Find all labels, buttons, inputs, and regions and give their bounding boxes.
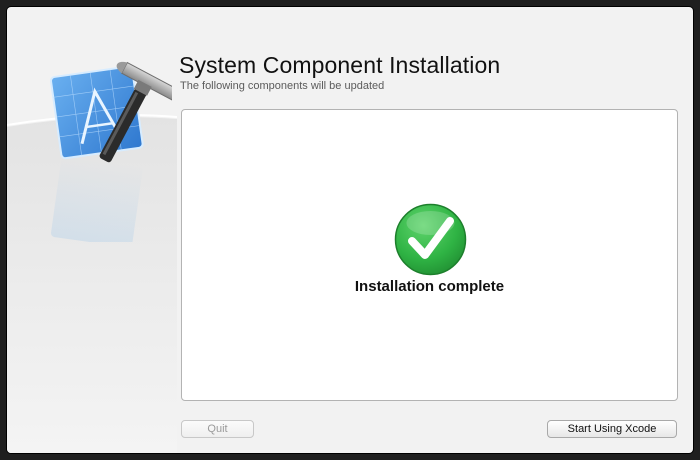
page-title: System Component Installation — [179, 52, 501, 78]
quit-button[interactable]: Quit — [181, 420, 254, 438]
installer-window: System Component Installation The follow… — [7, 7, 693, 453]
status-panel: Installation complete — [181, 109, 678, 401]
start-using-xcode-button[interactable]: Start Using Xcode — [547, 420, 677, 438]
status-message: Installation complete — [354, 278, 505, 295]
xcode-icon — [50, 61, 172, 242]
checkmark-icon — [394, 203, 467, 276]
page-subtitle: The following components will be updated — [180, 80, 385, 92]
